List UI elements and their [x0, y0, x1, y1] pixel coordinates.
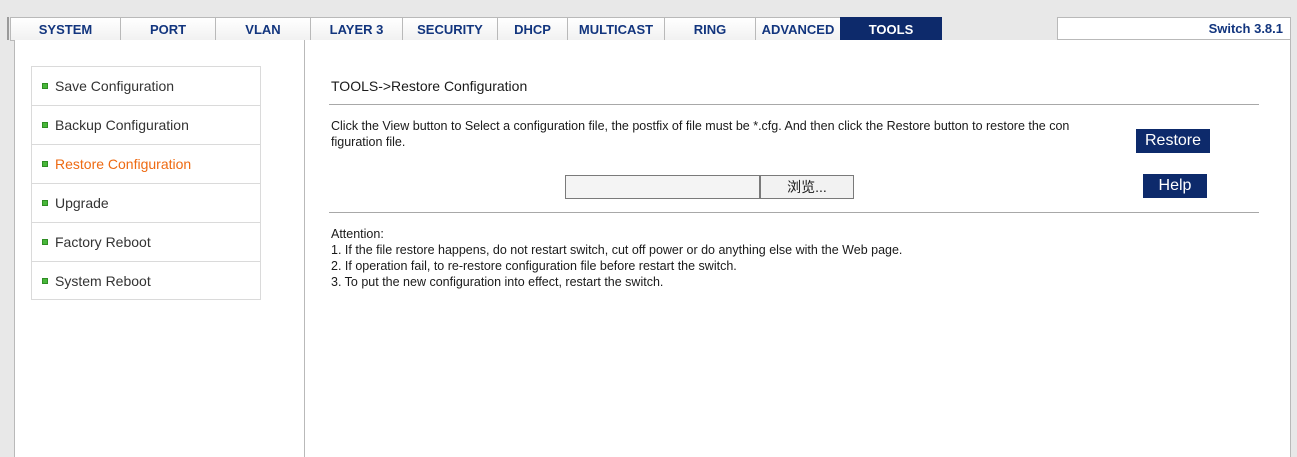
breadcrumb: TOOLS->Restore Configuration [331, 78, 528, 94]
browse-button[interactable]: 浏览... [760, 175, 854, 199]
attention-section: Attention: 1. If the file restore happen… [331, 226, 1231, 290]
content-frame: Save Configuration Backup Configuration … [14, 40, 1291, 457]
sidebar-divider [304, 40, 305, 457]
attention-line: 3. To put the new configuration into eff… [331, 275, 664, 289]
tab-system[interactable]: SYSTEM [10, 17, 120, 40]
instruction-text: Click the View button to Select a config… [331, 119, 1070, 149]
divider-bottom [329, 212, 1259, 213]
tab-port[interactable]: PORT [120, 17, 215, 40]
sidebar-item-label: Save Configuration [55, 78, 175, 94]
sidebar-item-upgrade[interactable]: Upgrade [31, 183, 261, 222]
sidebar-item-label: Backup Configuration [55, 117, 189, 133]
bullet-icon [42, 239, 48, 245]
sidebar-item-system-reboot[interactable]: System Reboot [31, 261, 261, 300]
version-label: Switch 3.8.1 [1057, 17, 1291, 40]
attention-line: 1. If the file restore happens, do not r… [331, 243, 903, 257]
sidebar-item-factory-reboot[interactable]: Factory Reboot [31, 222, 261, 261]
tab-tools[interactable]: TOOLS [840, 17, 942, 40]
sidebar: Save Configuration Backup Configuration … [31, 66, 261, 300]
attention-title: Attention: [331, 227, 384, 241]
help-button[interactable]: Help [1143, 174, 1207, 198]
divider-top [329, 104, 1259, 105]
sidebar-item-label: System Reboot [55, 272, 151, 289]
bullet-icon [42, 83, 48, 89]
restore-button[interactable]: Restore [1136, 129, 1210, 153]
tab-vlan[interactable]: VLAN [215, 17, 310, 40]
tab-layer3[interactable]: LAYER 3 [310, 17, 402, 40]
sidebar-item-save-configuration[interactable]: Save Configuration [31, 66, 261, 105]
main-content: TOOLS->Restore Configuration Click the V… [329, 40, 1261, 457]
sidebar-item-label: Factory Reboot [55, 234, 151, 250]
top-navigation: SYSTEM PORT VLAN LAYER 3 SECURITY DHCP M… [0, 0, 1297, 41]
sidebar-item-label: Upgrade [55, 195, 109, 211]
tab-security[interactable]: SECURITY [402, 17, 497, 40]
sidebar-item-backup-configuration[interactable]: Backup Configuration [31, 105, 261, 144]
nav-left-edge [7, 17, 9, 40]
bullet-icon [42, 122, 48, 128]
bullet-icon [42, 200, 48, 206]
tab-multicast[interactable]: MULTICAST [567, 17, 664, 40]
sidebar-item-label: Restore Configuration [55, 156, 192, 172]
tab-ring[interactable]: RING [664, 17, 755, 40]
bullet-icon [42, 277, 48, 284]
sidebar-item-restore-configuration[interactable]: Restore Configuration [31, 144, 261, 183]
tab-advanced[interactable]: ADVANCED [755, 17, 840, 40]
tab-dhcp[interactable]: DHCP [497, 17, 567, 40]
page: SYSTEM PORT VLAN LAYER 3 SECURITY DHCP M… [0, 0, 1297, 457]
attention-line: 2. If operation fail, to re-restore conf… [331, 259, 737, 273]
nav-tabs: SYSTEM PORT VLAN LAYER 3 SECURITY DHCP M… [10, 17, 942, 41]
bullet-icon [42, 161, 48, 167]
file-path-input[interactable] [565, 175, 760, 199]
